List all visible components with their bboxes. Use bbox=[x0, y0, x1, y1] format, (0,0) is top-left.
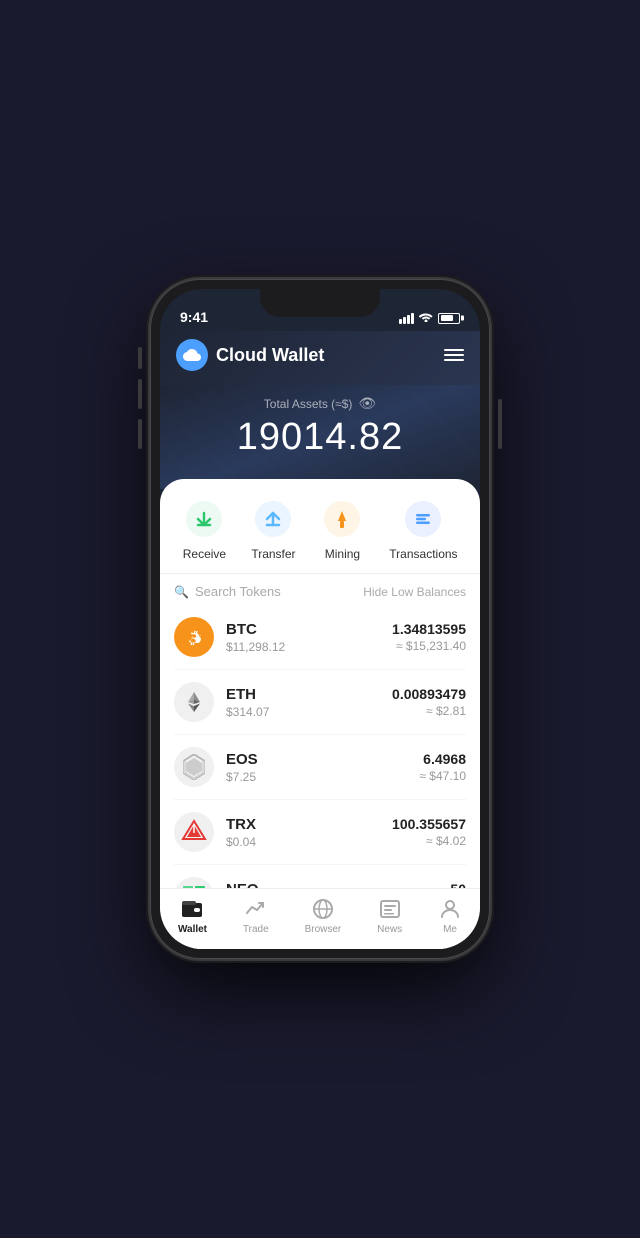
token-item-neo[interactable]: NEO $17.78 50 ≈ ¥889.00 bbox=[174, 865, 466, 888]
status-time: 9:41 bbox=[180, 309, 208, 325]
receive-icon bbox=[186, 501, 222, 537]
me-nav-label: Me bbox=[443, 924, 457, 935]
btc-amount: 1.34813595 bbox=[392, 621, 466, 637]
browser-nav-label: Browser bbox=[305, 924, 342, 935]
action-buttons: Receive Transfer bbox=[160, 479, 480, 574]
total-assets-label: Total Assets (≈$) 👁 bbox=[160, 395, 480, 412]
token-item-eos[interactable]: EOS $7.25 6.4968 ≈ $47.10 bbox=[174, 735, 466, 800]
menu-button[interactable] bbox=[444, 349, 464, 361]
volume-down-button bbox=[138, 419, 142, 449]
nav-news[interactable]: News bbox=[377, 897, 402, 935]
eos-logo bbox=[174, 747, 214, 787]
token-item-btc[interactable]: BTC $11,298.12 1.34813595 ≈ $15,231.40 bbox=[174, 605, 466, 670]
bottom-nav: Wallet Trade bbox=[160, 888, 480, 949]
phone-frame: 9:41 bbox=[150, 279, 490, 959]
signal-icon bbox=[399, 313, 414, 324]
btc-price: $11,298.12 bbox=[226, 640, 392, 654]
eos-price: $7.25 bbox=[226, 770, 419, 784]
transfer-button[interactable]: Transfer bbox=[251, 497, 295, 561]
news-nav-label: News bbox=[377, 924, 402, 935]
total-amount: 19014.82 bbox=[160, 416, 480, 459]
transfer-label: Transfer bbox=[251, 547, 295, 561]
mining-label: Mining bbox=[325, 547, 360, 561]
eth-logo bbox=[174, 682, 214, 722]
eos-amount: 6.4968 bbox=[419, 751, 466, 767]
nav-browser[interactable]: Browser bbox=[305, 897, 342, 935]
trx-name: TRX bbox=[226, 816, 392, 833]
eth-amount: 0.00893479 bbox=[392, 686, 466, 702]
transactions-label: Transactions bbox=[389, 547, 457, 561]
mining-button[interactable]: Mining bbox=[320, 497, 364, 561]
trx-logo bbox=[174, 812, 214, 852]
nav-trade[interactable]: Trade bbox=[243, 897, 269, 935]
btc-usd: ≈ $15,231.40 bbox=[392, 639, 466, 653]
phone-screen: 9:41 bbox=[160, 289, 480, 949]
neo-logo bbox=[174, 877, 214, 888]
eth-price: $314.07 bbox=[226, 705, 392, 719]
eth-usd: ≈ $2.81 bbox=[392, 704, 466, 718]
hero-section: Total Assets (≈$) 👁 19014.82 bbox=[160, 385, 480, 489]
eos-usd: ≈ $47.10 bbox=[419, 769, 466, 783]
search-input-wrap[interactable]: 🔍 Search Tokens bbox=[174, 584, 281, 599]
eos-name: EOS bbox=[226, 751, 419, 768]
trade-nav-icon bbox=[245, 899, 267, 919]
mining-icon bbox=[324, 501, 360, 537]
transfer-icon bbox=[255, 501, 291, 537]
search-placeholder: Search Tokens bbox=[195, 584, 281, 599]
app-title: Cloud Wallet bbox=[216, 345, 324, 366]
nav-wallet[interactable]: Wallet bbox=[178, 897, 207, 935]
wallet-nav-label: Wallet bbox=[178, 924, 207, 935]
browser-nav-icon bbox=[312, 898, 334, 920]
cloud-icon bbox=[183, 346, 201, 364]
mute-button bbox=[138, 347, 142, 369]
token-item-eth[interactable]: ETH $314.07 0.00893479 ≈ $2.81 bbox=[174, 670, 466, 735]
content-card: Receive Transfer bbox=[160, 479, 480, 949]
status-icons bbox=[399, 311, 460, 325]
eth-name: ETH bbox=[226, 686, 392, 703]
receive-button[interactable]: Receive bbox=[182, 497, 226, 561]
neo-amount: 50 bbox=[413, 881, 466, 888]
search-icon: 🔍 bbox=[174, 585, 189, 599]
transactions-icon bbox=[405, 501, 441, 537]
token-list: BTC $11,298.12 1.34813595 ≈ $15,231.40 bbox=[160, 605, 480, 888]
btc-logo bbox=[174, 617, 214, 657]
token-item-trx[interactable]: TRX $0.04 100.355657 ≈ $4.02 bbox=[174, 800, 466, 865]
trade-nav-label: Trade bbox=[243, 924, 269, 935]
app-header: Cloud Wallet bbox=[160, 331, 480, 385]
eye-icon[interactable]: 👁 bbox=[358, 395, 376, 412]
wifi-icon bbox=[419, 311, 433, 325]
power-button bbox=[498, 399, 502, 449]
news-nav-icon bbox=[379, 899, 401, 919]
nav-me[interactable]: Me bbox=[438, 897, 462, 935]
cloud-logo bbox=[176, 339, 208, 371]
neo-name: NEO bbox=[226, 881, 413, 889]
trx-price: $0.04 bbox=[226, 835, 392, 849]
btc-name: BTC bbox=[226, 621, 392, 638]
trx-usd: ≈ $4.02 bbox=[392, 834, 466, 848]
trx-amount: 100.355657 bbox=[392, 816, 466, 832]
receive-label: Receive bbox=[183, 547, 226, 561]
wallet-nav-icon bbox=[181, 899, 203, 919]
notch bbox=[260, 289, 380, 317]
battery-icon bbox=[438, 313, 460, 324]
volume-up-button bbox=[138, 379, 142, 409]
transactions-button[interactable]: Transactions bbox=[389, 497, 457, 561]
search-bar-row: 🔍 Search Tokens Hide Low Balances bbox=[160, 574, 480, 605]
me-nav-icon bbox=[439, 898, 461, 920]
hide-low-balances-button[interactable]: Hide Low Balances bbox=[363, 585, 466, 599]
